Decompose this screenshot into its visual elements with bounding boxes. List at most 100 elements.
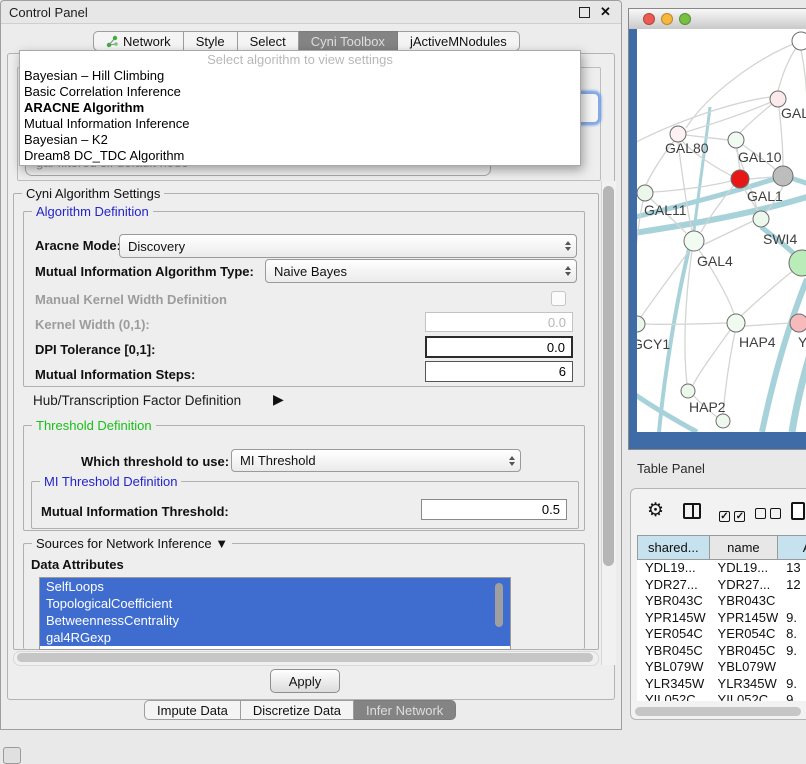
tab-discretize-data[interactable]: Discretize Data [241, 700, 354, 720]
network-node-gal11[interactable] [637, 185, 653, 201]
settings-vscrollbar-thumb[interactable] [603, 186, 614, 566]
tab-impute-data[interactable]: Impute Data [144, 700, 241, 720]
network-edge[interactable] [653, 181, 731, 192]
network-edge[interactable] [693, 329, 731, 385]
table-cell: YDL19... [637, 560, 710, 577]
attribute-list-item[interactable]: gal4RGexp [40, 629, 510, 646]
tab-network[interactable]: Network [93, 31, 184, 51]
float-window-icon[interactable] [579, 7, 590, 18]
minimize-traffic-light[interactable] [661, 13, 673, 25]
dpi-tolerance-value: 0.0 [547, 340, 565, 355]
mi-threshold-value: 0.5 [542, 502, 560, 517]
mi-type-combo[interactable]: Naive Bayes [265, 259, 577, 283]
expand-arrow-icon[interactable]: ▶ [273, 391, 284, 408]
network-node-gal4[interactable] [684, 231, 704, 251]
algorithm-option[interactable]: Mutual Information Inference [20, 116, 580, 132]
network-node-gcy1[interactable] [637, 316, 645, 332]
network-node-gal10[interactable] [728, 132, 744, 148]
threshold-definition-title: Threshold Definition [32, 418, 156, 433]
document-icon[interactable] [791, 502, 805, 520]
algorithm-option[interactable]: Bayesian – Hill Climbing [20, 68, 580, 84]
algorithm-option[interactable]: Basic Correlation Inference [20, 84, 580, 100]
column-header[interactable]: shared... [637, 536, 710, 559]
table-hscrollbar-thumb[interactable] [635, 707, 801, 716]
table-cell: YBL079W [637, 659, 710, 676]
gear-icon[interactable]: ⚙ [647, 501, 664, 521]
network-node-gal1[interactable] [731, 170, 749, 188]
collapse-arrow-icon[interactable]: ▼ [215, 536, 228, 551]
network-node-hap2[interactable] [681, 384, 695, 398]
network-edge[interactable] [741, 270, 794, 316]
table-panel-window: ⚙ ✓ ✓ shared...nameA YDL19...YDL19...13Y… [630, 488, 806, 720]
node-label: Y [798, 334, 806, 350]
tab-jactivemnodules[interactable]: jActiveMNodules [398, 31, 520, 51]
network-edge[interactable] [701, 185, 734, 232]
column-header[interactable]: name [710, 536, 779, 559]
attribute-list-item[interactable]: TopologicalCoefficient [40, 595, 510, 612]
aracne-mode-combo[interactable]: Discovery [119, 234, 577, 258]
tab-select-label: Select [250, 34, 286, 49]
attribute-list-item[interactable]: BetweennessCentrality [40, 612, 510, 629]
attributes-list-scrollbar[interactable] [495, 583, 503, 627]
network-node[interactable] [773, 166, 793, 186]
tab-select[interactable]: Select [238, 31, 299, 51]
table-row[interactable]: YDL19...YDL19...13 [637, 560, 806, 577]
network-node[interactable] [716, 414, 730, 428]
close-traffic-light[interactable] [643, 13, 655, 25]
node-label: GAL1 [747, 188, 783, 204]
network-edge[interactable] [792, 339, 806, 432]
table-cell: YBL079W [710, 659, 779, 676]
network-node-swi4[interactable] [753, 211, 769, 227]
table-cell: YPR145W [710, 610, 779, 627]
network-edge[interactable] [645, 323, 727, 324]
control-panel-title: Control Panel [1, 5, 88, 20]
zoom-traffic-light[interactable] [679, 13, 691, 25]
select-all-columns-icon[interactable]: ✓ ✓ [719, 506, 745, 524]
column-layout-icon[interactable] [683, 503, 701, 519]
dpi-tolerance-field[interactable]: 0.0 [425, 336, 573, 358]
network-node-hap4[interactable] [727, 314, 745, 332]
close-icon[interactable]: ✕ [600, 3, 611, 21]
tab-style[interactable]: Style [184, 31, 238, 51]
network-edge[interactable] [801, 50, 806, 109]
tab-cyni-toolbox[interactable]: Cyni Toolbox [299, 31, 398, 51]
table-row[interactable]: YBR045CYBR045C9. [637, 643, 806, 660]
network-edge[interactable] [745, 323, 790, 326]
settings-hscrollbar-thumb[interactable] [17, 653, 593, 662]
tab-discretize-data-label: Discretize Data [253, 703, 341, 718]
control-panel-titlebar: Control Panel [1, 1, 621, 24]
which-threshold-combo[interactable]: MI Threshold [231, 449, 521, 472]
apply-button[interactable]: Apply [270, 669, 340, 693]
tab-cyni-toolbox-label: Cyni Toolbox [311, 34, 385, 49]
tab-network-label: Network [123, 34, 171, 49]
table-row[interactable]: YBR043CYBR043C [637, 593, 806, 610]
tab-infer-network[interactable]: Infer Network [354, 700, 456, 720]
attribute-list-item[interactable]: SelfLoops [40, 578, 510, 595]
table-row[interactable]: YBL079WYBL079W [637, 659, 806, 676]
table-cell: 8. [778, 626, 806, 643]
algorithm-option[interactable]: Bayesian – K2 [20, 132, 580, 148]
table-row[interactable]: YLR345WYLR345W9. [637, 676, 806, 693]
table-row[interactable]: YPR145WYPR145W9. [637, 610, 806, 627]
network-view-window: GALGAL80GAL10GAL1GAL11GAL4SWI4GCY1HAP4YH… [628, 8, 806, 450]
algorithm-option[interactable]: Dream8 DC_TDC Algorithm [20, 148, 580, 164]
mi-steps-field[interactable]: 6 [425, 361, 573, 382]
table-row[interactable]: YIL052CYIL052C9 [637, 692, 806, 701]
manual-kernel-checkbox [551, 291, 566, 306]
table-row[interactable]: YDR27...YDR27...12 [637, 577, 806, 594]
sources-title-text: Sources for Network Inference [36, 536, 212, 551]
network-edge[interactable] [703, 221, 753, 245]
stepper-arrows-icon [560, 266, 576, 276]
column-header[interactable]: A [778, 536, 806, 559]
network-canvas[interactable]: GALGAL80GAL10GAL1GAL11GAL4SWI4GCY1HAP4YH… [637, 29, 806, 432]
table-cell: YDL19... [710, 560, 779, 577]
mi-threshold-field[interactable]: 0.5 [421, 499, 567, 520]
table-cell: YBR045C [710, 643, 779, 660]
table-row[interactable]: YER054CYER054C8. [637, 626, 806, 643]
minimized-panel-icon[interactable] [3, 747, 21, 764]
network-node[interactable] [792, 32, 806, 50]
network-node-y[interactable] [790, 314, 806, 332]
algorithm-option[interactable]: ARACNE Algorithm [20, 100, 580, 116]
table-cell [778, 659, 806, 676]
deselect-all-columns-icon[interactable] [755, 506, 781, 524]
